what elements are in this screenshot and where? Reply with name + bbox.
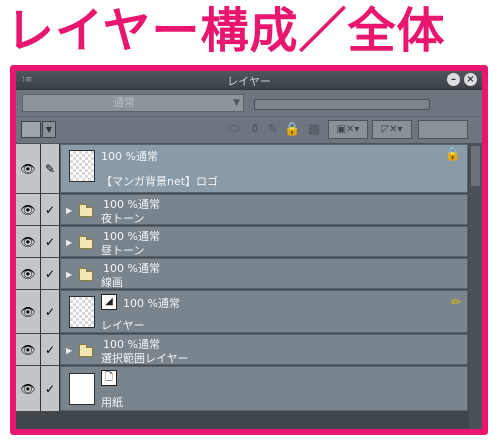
opacity-slider[interactable] bbox=[254, 99, 430, 110]
chevron-down-icon[interactable]: ▼ bbox=[42, 121, 56, 138]
paper-layer-icon: 🗋 bbox=[101, 370, 117, 386]
mask-icon[interactable]: ▣✕▾ bbox=[328, 120, 368, 139]
ruler-icon[interactable]: ◸✕▾ bbox=[372, 120, 412, 139]
layer-body[interactable]: ◢ 100 %通常 レイヤー ✏ bbox=[60, 290, 468, 333]
layer-name: 夜トーン bbox=[101, 212, 145, 225]
layer-thumbnail bbox=[69, 373, 95, 405]
layer-color-chip[interactable] bbox=[21, 121, 41, 138]
folder-icon bbox=[79, 204, 93, 217]
checkmark-icon[interactable]: ✓ bbox=[41, 366, 60, 411]
blend-mode-value: 通常 bbox=[113, 96, 135, 109]
checkmark-icon[interactable]: ✓ bbox=[41, 334, 60, 365]
panel-titlebar[interactable]: ⁝≡ レイヤー – × bbox=[16, 71, 482, 90]
layer-opacity-mode: 100 %通常 bbox=[101, 150, 158, 163]
expand-arrow-icon[interactable]: ▶ bbox=[66, 238, 72, 247]
highlight-frame: ⁝≡ レイヤー – × 通常 ▼ ▼ ⬭ ⚱ ✎ 🔒 ▦ ▣✕▾ ◸✕▾ 👁 ✎… bbox=[10, 65, 488, 435]
chevron-down-icon: ▼ bbox=[233, 98, 240, 108]
expand-arrow-icon[interactable]: ▶ bbox=[66, 346, 72, 355]
checkmark-icon[interactable]: ✓ bbox=[41, 258, 60, 289]
layer-body[interactable]: ▶ 100 %通常 線画 bbox=[60, 258, 468, 289]
eye-icon[interactable]: 👁 bbox=[16, 366, 41, 411]
layer-body[interactable]: 100 %通常 【マンガ背景net】ロゴ 🔒 bbox=[60, 144, 468, 193]
layer-row-logo[interactable]: 👁 ✎ 100 %通常 【マンガ背景net】ロゴ 🔒 bbox=[16, 144, 482, 194]
close-icon[interactable]: × bbox=[464, 73, 477, 86]
layer-name: 昼トーン bbox=[101, 244, 145, 257]
eye-icon[interactable]: 👁 bbox=[16, 194, 41, 225]
minimize-icon[interactable]: – bbox=[447, 73, 460, 86]
layer-color-button[interactable] bbox=[418, 120, 468, 139]
layer-thumbnail bbox=[69, 150, 95, 182]
layer-panel: ⁝≡ レイヤー – × 通常 ▼ ▼ ⬭ ⚱ ✎ 🔒 ▦ ▣✕▾ ◸✕▾ 👁 ✎… bbox=[16, 71, 482, 429]
layer-list: 👁 ✎ 100 %通常 【マンガ背景net】ロゴ 🔒 👁 ✓ ▶ 100 %通常… bbox=[16, 144, 482, 429]
folder-icon bbox=[79, 344, 93, 357]
lock-transparency-icon[interactable]: ▦ bbox=[304, 121, 324, 138]
layer-list-scrollbar[interactable] bbox=[469, 144, 482, 429]
layer-opacity-mode: 100 %通常 bbox=[123, 297, 180, 310]
layer-row-selection[interactable]: 👁 ✓ ▶ 100 %通常 選択範囲レイヤー bbox=[16, 334, 482, 366]
layer-row-night-tone[interactable]: 👁 ✓ ▶ 100 %通常 夜トーン bbox=[16, 194, 482, 226]
blend-mode-select[interactable]: 通常 ▼ bbox=[22, 94, 244, 112]
layer-row-vector[interactable]: 👁 ✓ ◢ 100 %通常 レイヤー ✏ bbox=[16, 290, 482, 334]
lock-icon[interactable]: 🔒 bbox=[284, 121, 300, 138]
layer-body[interactable]: ▶ 100 %通常 選択範囲レイヤー bbox=[60, 334, 468, 365]
draft-icon[interactable]: ✎ bbox=[266, 121, 280, 138]
eye-icon[interactable]: 👁 bbox=[16, 144, 41, 193]
layer-name: 【マンガ背景net】ロゴ bbox=[101, 175, 219, 188]
page-heading: レイヤー構成／全体 bbox=[6, 3, 446, 59]
blend-row: 通常 ▼ bbox=[16, 90, 482, 116]
layer-body[interactable]: ▶ 100 %通常 昼トーン bbox=[60, 226, 468, 257]
layer-body[interactable]: 🗋 用紙 bbox=[60, 366, 468, 411]
layer-thumbnail bbox=[69, 296, 95, 328]
layer-toolbar: ▼ ⬭ ⚱ ✎ 🔒 ▦ ▣✕▾ ◸✕▾ bbox=[16, 117, 482, 144]
layer-name: 用紙 bbox=[101, 396, 123, 409]
clip-icon[interactable]: ⬭ bbox=[226, 121, 242, 138]
expand-arrow-icon[interactable]: ▶ bbox=[66, 206, 72, 215]
eye-icon[interactable]: 👁 bbox=[16, 290, 41, 333]
lock-icon: 🔒 bbox=[444, 147, 461, 162]
layer-row-paper[interactable]: 👁 ✓ 🗋 用紙 bbox=[16, 366, 482, 412]
pencil-marker-icon: ✏ bbox=[450, 295, 461, 309]
folder-icon bbox=[79, 236, 93, 249]
checkmark-icon[interactable]: ✓ bbox=[41, 194, 60, 225]
checkmark-icon[interactable]: ✓ bbox=[41, 290, 60, 333]
layer-body[interactable]: ▶ 100 %通常 夜トーン bbox=[60, 194, 468, 225]
folder-icon bbox=[79, 268, 93, 281]
checkmark-icon[interactable]: ✓ bbox=[41, 226, 60, 257]
layer-name: 選択範囲レイヤー bbox=[101, 352, 189, 365]
layer-row-day-tone[interactable]: 👁 ✓ ▶ 100 %通常 昼トーン bbox=[16, 226, 482, 258]
vector-layer-icon: ◢ bbox=[101, 294, 117, 310]
pen-edit-icon[interactable]: ✎ bbox=[41, 144, 60, 193]
eye-icon[interactable]: 👁 bbox=[16, 258, 41, 289]
expand-arrow-icon[interactable]: ▶ bbox=[66, 270, 72, 279]
scrollbar-thumb[interactable] bbox=[471, 146, 480, 186]
eye-icon[interactable]: 👁 bbox=[16, 334, 41, 365]
eye-icon[interactable]: 👁 bbox=[16, 226, 41, 257]
panel-title: レイヤー bbox=[227, 75, 271, 88]
layer-row-line-art[interactable]: 👁 ✓ ▶ 100 %通常 線画 bbox=[16, 258, 482, 290]
reference-icon[interactable]: ⚱ bbox=[248, 121, 262, 138]
layer-name: 線画 bbox=[101, 276, 123, 289]
layer-name: レイヤー bbox=[101, 319, 145, 332]
